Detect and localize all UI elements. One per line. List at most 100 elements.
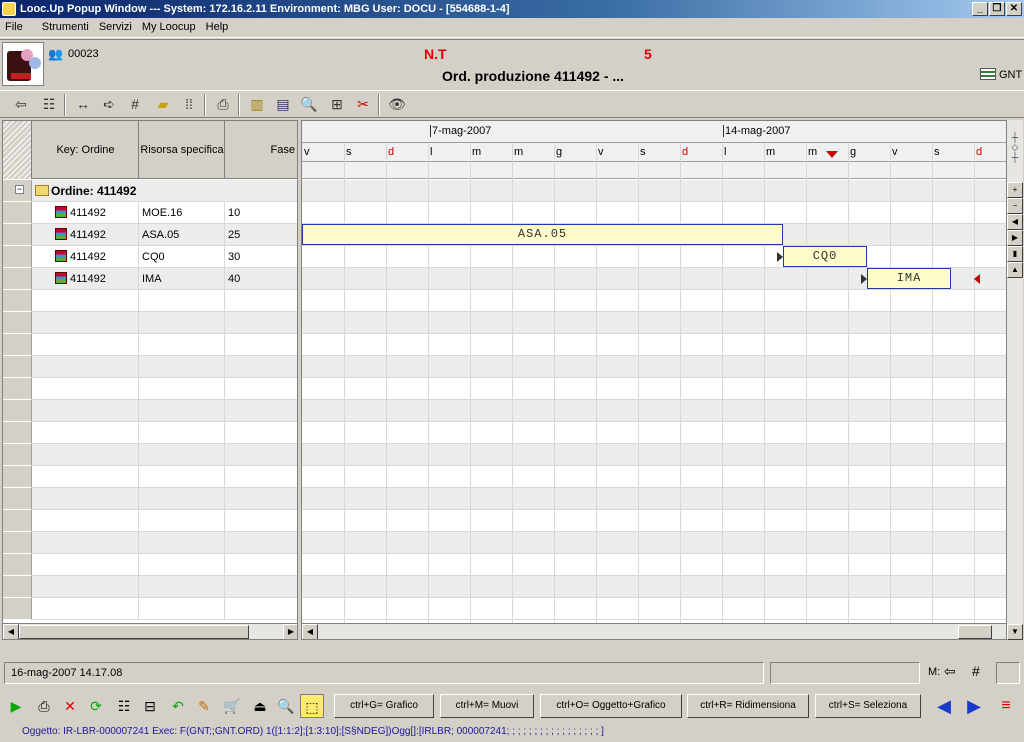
gantt-row[interactable] [302,378,1006,400]
gantt-row[interactable] [302,356,1006,378]
gantt-row[interactable] [302,180,1006,202]
scroll-left-button[interactable]: ◀ [3,624,19,639]
back-arrow-icon[interactable]: ⇦ [944,663,956,680]
scroll-down-button[interactable]: ▼ [1007,624,1023,640]
group-row[interactable]: − Ordine: 411492 [3,180,297,202]
refresh-icon[interactable]: ⟳ [84,694,108,718]
next-page-icon[interactable]: ▶ [962,694,986,718]
col-header-key[interactable]: Key: Ordine [33,121,139,179]
empty-row[interactable] [3,422,297,444]
menu-strumenti[interactable]: Strumenti [28,18,94,33]
next-button[interactable]: ▶ [1007,230,1023,246]
gantt-row[interactable] [302,466,1006,488]
gantt-row[interactable] [302,444,1006,466]
empty-row[interactable] [3,356,297,378]
view-icon[interactable]: 👁 [386,93,408,115]
gantt-row[interactable] [302,422,1006,444]
gantt-row[interactable] [302,488,1006,510]
menu-lines-icon[interactable]: ≡ [994,694,1018,718]
gantt-row[interactable] [302,576,1006,598]
gantt-bar-ima[interactable]: IMA [867,268,951,289]
gantt-bar-asa05[interactable]: ASA.05 [302,224,783,245]
shortcut-oggetto-button[interactable]: ctrl+O= Oggetto+Grafico [540,694,682,718]
close-button[interactable]: ✕ [1006,2,1022,16]
folder-icon[interactable]: ▰ [152,93,174,115]
back-green-icon[interactable]: ↶ [166,694,190,718]
empty-row[interactable] [3,554,297,576]
menu-myloocup[interactable]: My Loocup [137,18,201,33]
empty-row[interactable] [3,444,297,466]
gantt-bar-cq0[interactable]: CQ0 [783,246,867,267]
tree-icon[interactable]: ☷ [38,93,60,115]
col-header-risorsa[interactable]: Risorsa specifica [140,121,225,179]
collapse-icon[interactable]: − [15,185,24,194]
zoom-out-button[interactable]: − [1007,198,1023,214]
gantt-row[interactable] [302,202,1006,224]
gantt-row[interactable] [302,554,1006,576]
gantt-row[interactable] [302,246,1006,268]
menu-file[interactable]: File [0,18,28,33]
scroll-right-button[interactable]: ▶ [283,624,297,639]
minimize-button[interactable]: _ [972,2,988,16]
scroll-thumb[interactable]: ▮ [1007,246,1023,262]
scroll-up-button[interactable]: ▲ [1007,262,1023,278]
shortcut-seleziona-button[interactable]: ctrl+S= Seleziona [815,694,921,718]
empty-row[interactable] [3,378,297,400]
empty-row[interactable] [3,400,297,422]
scroll-left-button[interactable]: ◀ [302,624,318,639]
print-icon[interactable]: ⎙ [212,93,234,115]
left-hscroll[interactable]: ◀ ▶ [3,623,297,639]
empty-row[interactable] [3,576,297,598]
remove-filter-icon[interactable]: ✂ [352,93,374,115]
gantt-row[interactable] [302,400,1006,422]
shortcut-muovi-button[interactable]: ctrl+M= Muovi [440,694,534,718]
table-row[interactable]: 411492 ASA.05 25 [3,224,297,246]
empty-row[interactable] [3,334,297,356]
gantt-row[interactable] [302,334,1006,356]
scroll-track[interactable] [318,625,958,639]
empty-row[interactable] [3,290,297,312]
gantt-row[interactable] [302,312,1006,334]
menu-help[interactable]: Help [201,18,234,33]
gantt-zoom-bar[interactable]: ┼ ◇ ┼ + − ◀ ▶ ▮ ▲ ▼ [1007,120,1023,640]
prev-page-icon[interactable]: ◀ [932,694,956,718]
shortcut-grafico-button[interactable]: ctrl+G= Grafico [334,694,434,718]
move-right-icon[interactable]: ➪ [98,93,120,115]
maximize-button[interactable]: ❐ [989,2,1005,16]
run-icon[interactable]: ▶ [4,694,28,718]
cancel-icon[interactable]: ✕ [58,694,82,718]
zoom-in-button[interactable]: + [1007,182,1023,198]
upload-icon[interactable]: ⏏ [248,694,272,718]
table-row[interactable]: 411492 MOE.16 10 [3,202,297,224]
prev-button[interactable]: ◀ [1007,214,1023,230]
cart-icon[interactable]: 🛒 [220,694,244,718]
empty-row[interactable] [3,510,297,532]
tree-icon[interactable]: ☷ [112,694,136,718]
back-arrow-icon[interactable]: ⇦ [10,93,32,115]
export-icon[interactable]: ▤ [272,93,294,115]
matrix-icon[interactable]: ⁞⁞ [178,93,200,115]
scroll-thumb[interactable] [958,625,992,639]
menu-servizi[interactable]: Servizi [94,18,137,33]
empty-row[interactable] [3,598,297,620]
empty-row[interactable] [3,466,297,488]
grid-hash-icon[interactable]: # [124,93,146,115]
search-icon[interactable]: 🔍 [298,93,320,115]
filter-icon[interactable]: ⊞ [326,93,348,115]
gantt-row[interactable] [302,598,1006,620]
table-row[interactable]: 411492 IMA 40 [3,268,297,290]
gantt-row[interactable] [302,510,1006,532]
columns-icon[interactable]: ▥ [246,93,268,115]
edit-icon[interactable]: ✎ [192,694,216,718]
print-icon[interactable]: ⎙ [32,694,56,718]
select-icon[interactable]: ⬚ [300,694,324,718]
expand-width-icon[interactable]: ↔ [72,93,94,115]
empty-row[interactable] [3,488,297,510]
gantt-row[interactable] [302,532,1006,554]
gantt-row[interactable] [302,290,1006,312]
window-icon[interactable]: ⊟ [138,694,162,718]
empty-row[interactable] [3,312,297,334]
empty-row[interactable] [3,532,297,554]
find-icon[interactable]: 🔍 [274,694,298,718]
zoom-slider-icon[interactable]: ┼ ◇ ┼ [1009,132,1021,172]
